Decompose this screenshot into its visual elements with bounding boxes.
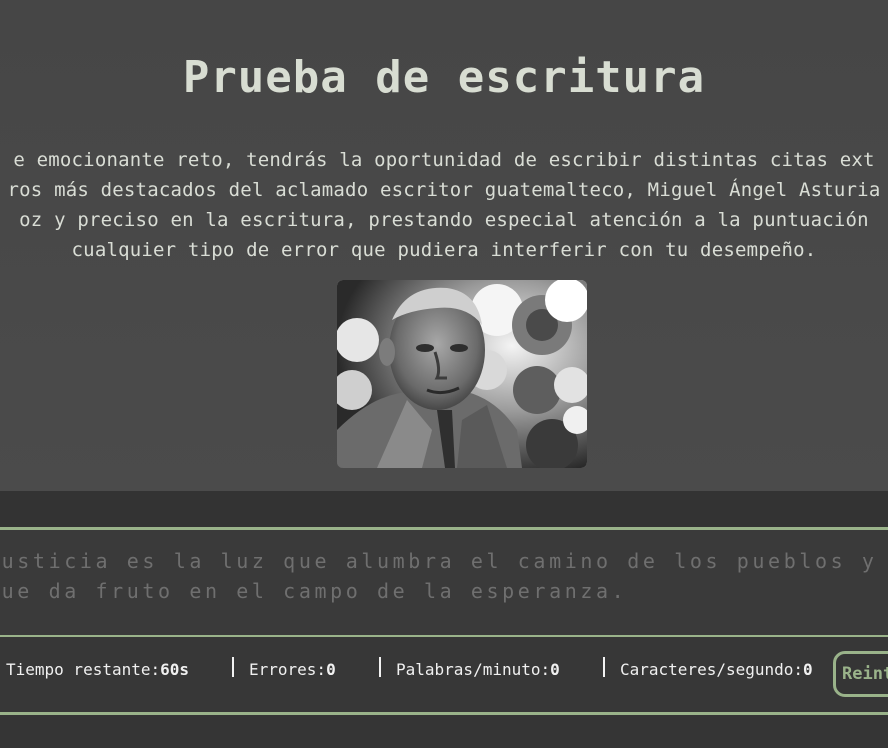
errors-label: Errores: (249, 660, 327, 679)
stat-separator (232, 657, 234, 677)
divider-band (0, 491, 888, 527)
cps-stat: Caracteres/segundo:0 (620, 660, 813, 679)
reset-button[interactable]: Reint (833, 651, 888, 697)
time-remaining-value: 60s (160, 660, 190, 679)
errors-value: 0 (326, 660, 336, 679)
cps-value: 0 (803, 660, 813, 679)
author-portrait (337, 280, 587, 468)
hero-section: Prueba de escritura e emocionante reto, … (0, 0, 888, 491)
intro-text: e emocionante reto, tendrás la oportunid… (0, 145, 888, 267)
quote-text-line: que da fruto en el campo de la esperanza… (0, 579, 628, 603)
stat-separator (379, 657, 381, 677)
cps-label: Caracteres/segundo: (620, 660, 804, 679)
page-footer-area (0, 715, 888, 748)
wpm-stat: Palabras/minuto:0 (396, 660, 560, 679)
errors-stat: Errores:0 (249, 660, 336, 679)
page-title: Prueba de escritura (182, 52, 706, 103)
typing-area[interactable]: justicia es la luz que alumbra el camino… (0, 527, 888, 637)
wpm-value: 0 (550, 660, 560, 679)
stat-separator (603, 657, 605, 677)
intro-line: e emocionante reto, tendrás la oportunid… (13, 149, 875, 171)
time-remaining-stat: Tiempo restante:60s (6, 660, 189, 679)
intro-line: oz y preciso en la escritura, prestando … (19, 209, 869, 231)
time-remaining-label: Tiempo restante: (6, 660, 161, 679)
intro-line: ros más destacados del aclamado escritor… (7, 179, 881, 201)
intro-line: cualquier tipo de error que pudiera inte… (71, 239, 817, 261)
stats-bar: Tiempo restante:60s Errores:0 Palabras/m… (0, 637, 888, 715)
quote-text-line: justicia es la luz que alumbra el camino… (0, 549, 888, 573)
author-portrait-photo-icon (337, 280, 587, 468)
wpm-label: Palabras/minuto: (396, 660, 551, 679)
